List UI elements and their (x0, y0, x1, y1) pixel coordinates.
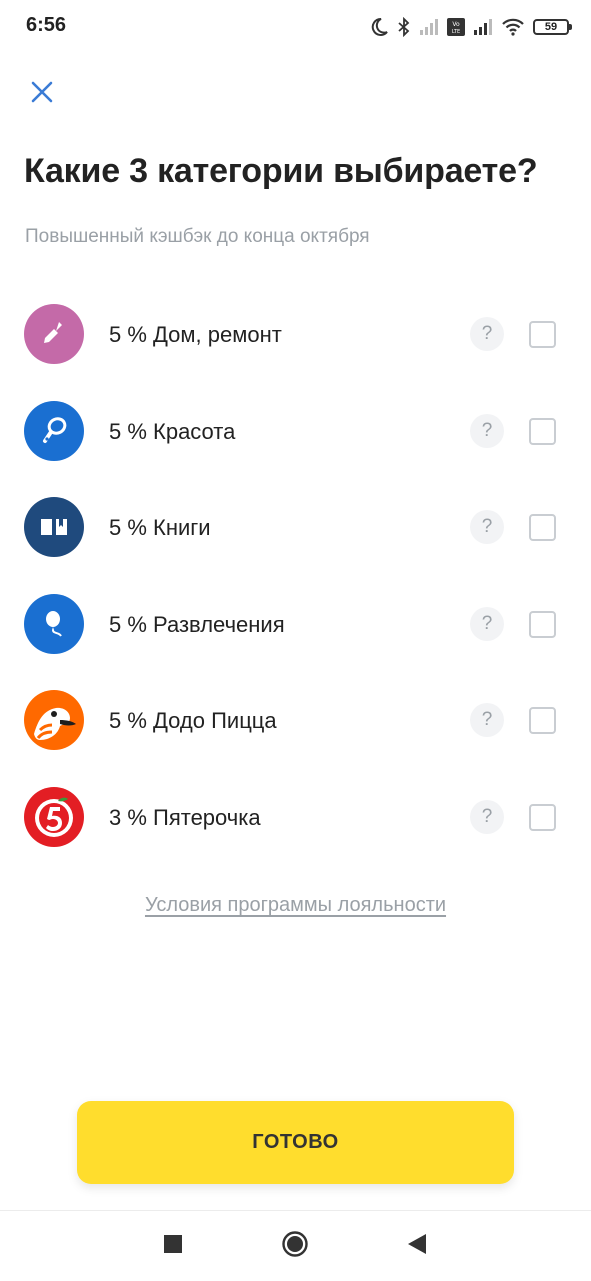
help-button[interactable]: ? (470, 510, 504, 544)
battery-icon: 59 (533, 19, 572, 35)
category-checkbox[interactable] (529, 321, 556, 348)
svg-text:Vo: Vo (452, 21, 460, 28)
recents-button[interactable] (158, 1231, 188, 1261)
category-label: 3 % Пятерочка (109, 804, 261, 830)
loyalty-terms-link-text[interactable]: Условия программы лояльности (145, 894, 446, 916)
page-title: Какие 3 категории выбираете? (24, 152, 538, 190)
home-button[interactable] (280, 1230, 310, 1263)
dodo-icon (24, 690, 84, 750)
svg-text:LTE: LTE (452, 29, 460, 35)
square-icon (164, 1234, 182, 1258)
status-time: 6:56 (26, 14, 67, 36)
back-button[interactable] (402, 1231, 432, 1261)
category-label: 5 % Красота (109, 418, 236, 444)
category-checkbox[interactable] (529, 610, 556, 638)
bluetooth-icon (397, 17, 411, 37)
moon-icon (369, 17, 389, 37)
category-row-pyaterochka[interactable]: 3 % Пятерочка ? (0, 769, 591, 866)
wifi-icon (501, 18, 525, 36)
status-icons: Vo LTE 59 (369, 14, 572, 40)
page-subtitle: Повышенный кэшбэк до конца октября (25, 226, 370, 247)
category-label: 5 % Додо Пицца (109, 708, 277, 733)
help-button[interactable]: ? (470, 799, 504, 834)
status-bar: 6:56 Vo LTE 59 (0, 0, 591, 54)
balloon-icon (24, 593, 84, 654)
pyaterochka-icon (24, 786, 84, 847)
close-button[interactable] (26, 78, 58, 110)
triangle-back-icon (407, 1233, 427, 1260)
book-icon (24, 497, 84, 557)
category-row-home-repair[interactable]: 5 % Дом, ремонт ? (0, 286, 591, 383)
loyalty-terms-link[interactable]: Условия программы лояльности (0, 894, 591, 917)
help-button[interactable]: ? (470, 413, 504, 448)
help-button[interactable]: ? (470, 606, 504, 641)
done-button[interactable]: ГОТОВО (77, 1101, 514, 1184)
category-label: 5 % Развлечения (109, 611, 285, 637)
category-label: 5 % Дом, ремонт (109, 322, 282, 347)
category-checkbox[interactable] (529, 707, 556, 734)
system-nav-bar (0, 1210, 591, 1281)
signal-icon (419, 18, 439, 36)
circle-icon (281, 1230, 309, 1263)
category-checkbox[interactable] (529, 803, 556, 831)
help-button[interactable]: ? (470, 317, 504, 351)
close-icon (30, 80, 54, 109)
volte-icon: Vo LTE (447, 18, 465, 36)
mirror-icon (24, 400, 84, 461)
category-label: 5 % Книги (109, 515, 211, 540)
category-list: 5 % Дом, ремонт ? 5 % Красота ? 5 % Книг… (0, 286, 591, 865)
category-row-beauty[interactable]: 5 % Красота ? (0, 383, 591, 480)
category-row-dodo-pizza[interactable]: 5 % Додо Пицца ? (0, 672, 591, 769)
signal-icon (473, 18, 493, 36)
trowel-icon (24, 304, 84, 364)
category-row-entertainment[interactable]: 5 % Развлечения ? (0, 576, 591, 673)
help-button[interactable]: ? (470, 703, 504, 737)
category-checkbox[interactable] (529, 514, 556, 541)
category-checkbox[interactable] (529, 417, 556, 445)
category-row-books[interactable]: 5 % Книги ? (0, 479, 591, 576)
